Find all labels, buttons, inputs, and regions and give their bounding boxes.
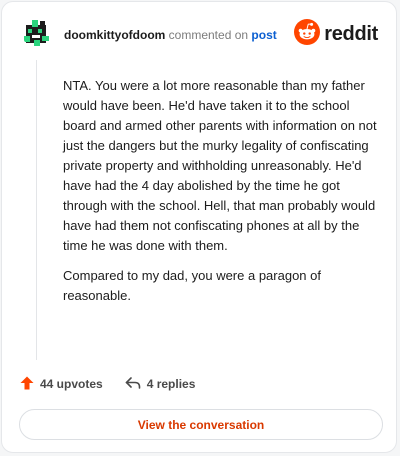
upvote-count: 44 upvotes	[40, 377, 103, 391]
comment-body: NTA. You were a lot more reasonable than…	[63, 76, 385, 316]
comment-paragraph: Compared to my dad, you were a paragon o…	[63, 268, 321, 303]
reply-arrow-icon	[125, 376, 141, 393]
comment-meta: doomkittyofdoom commented on post	[64, 27, 277, 43]
thread-line	[36, 60, 37, 360]
user-avatar-icon[interactable]	[22, 18, 52, 48]
view-conversation-button[interactable]: View the conversation	[19, 409, 383, 440]
upvote-button[interactable]: 44 upvotes	[20, 376, 103, 393]
reply-count: 4 replies	[146, 377, 196, 391]
replies-button[interactable]: 4 replies	[125, 376, 196, 393]
comment-paragraph: NTA. You were a lot more reasonable than…	[63, 78, 377, 253]
post-link[interactable]: post	[251, 28, 276, 42]
reddit-snoo-icon	[294, 18, 321, 50]
comment-actions: 44 upvotes 4 replies	[20, 374, 195, 394]
comment-card: doomkittyofdoom commented on post reddit…	[1, 1, 397, 453]
comment-header: doomkittyofdoom commented on post reddit	[22, 18, 380, 52]
reddit-wordmark: reddit	[324, 22, 378, 45]
upvote-arrow-icon	[20, 376, 34, 393]
author-name[interactable]: doomkittyofdoom	[64, 28, 165, 42]
action-text: commented on	[168, 28, 249, 42]
reddit-logo[interactable]: reddit	[294, 18, 378, 50]
